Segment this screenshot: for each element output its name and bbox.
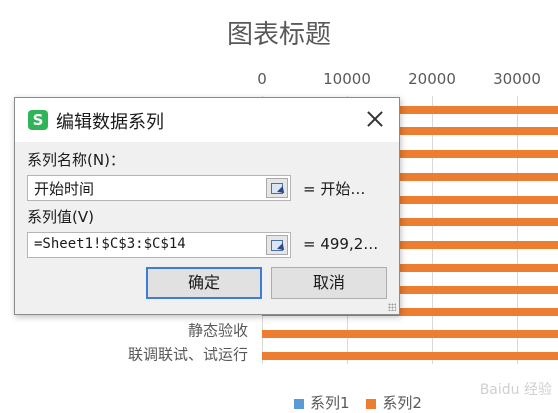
dialog-title: 编辑数据系列 bbox=[56, 112, 164, 133]
dialog-body: 系列名称(N)： 开始时间 = 开始… 系列值(V) =Sheet1!$C$3:… bbox=[15, 142, 399, 314]
gridline bbox=[432, 96, 433, 364]
series-values-value: =Sheet1!$C$3:$C$14 bbox=[34, 236, 186, 252]
legend-swatch-series2 bbox=[366, 399, 377, 409]
cancel-button[interactable]: 取消 bbox=[271, 267, 387, 299]
resize-grip[interactable] bbox=[388, 303, 396, 311]
range-select-button[interactable] bbox=[266, 235, 288, 255]
gridline bbox=[517, 96, 518, 364]
legend-label: 系列1 bbox=[310, 394, 350, 412]
series-values-preview: = 499,2… bbox=[303, 235, 379, 253]
series-values-input[interactable]: =Sheet1!$C$3:$C$14 bbox=[27, 232, 291, 258]
close-icon[interactable] bbox=[365, 109, 385, 129]
edit-data-series-dialog: S 编辑数据系列 系列名称(N)： 开始时间 = 开始… 系列值(V) =She… bbox=[14, 97, 400, 315]
bar-series2 bbox=[262, 330, 558, 338]
series-name-value: 开始时间 bbox=[34, 180, 95, 198]
series-name-preview: = 开始… bbox=[303, 180, 366, 198]
x-tick-label: 10000 bbox=[323, 70, 371, 88]
category-label: 联调联试、试运行 bbox=[127, 345, 248, 364]
category-label: 静态验收 bbox=[187, 321, 248, 340]
legend-swatch-series1 bbox=[294, 399, 304, 409]
legend: 系列1 系列2 bbox=[294, 392, 422, 413]
bar-series2 bbox=[262, 352, 558, 360]
series-name-label: 系列名称(N)： bbox=[27, 151, 125, 169]
watermark: Baidu 经验 bbox=[479, 382, 552, 398]
wps-app-icon: S bbox=[28, 110, 48, 130]
chart-title: 图表标题 bbox=[226, 20, 331, 50]
series-name-input[interactable]: 开始时间 bbox=[27, 175, 291, 201]
ok-button[interactable]: 确定 bbox=[146, 267, 262, 299]
dialog-titlebar[interactable]: S 编辑数据系列 bbox=[15, 98, 399, 142]
x-tick-label: 0 bbox=[257, 70, 267, 88]
range-select-button[interactable] bbox=[266, 178, 288, 198]
series-values-label: 系列值(V) bbox=[27, 208, 94, 226]
legend-label: 系列2 bbox=[382, 394, 422, 412]
x-tick-label: 30000 bbox=[493, 70, 541, 88]
x-tick-label: 20000 bbox=[408, 70, 456, 88]
